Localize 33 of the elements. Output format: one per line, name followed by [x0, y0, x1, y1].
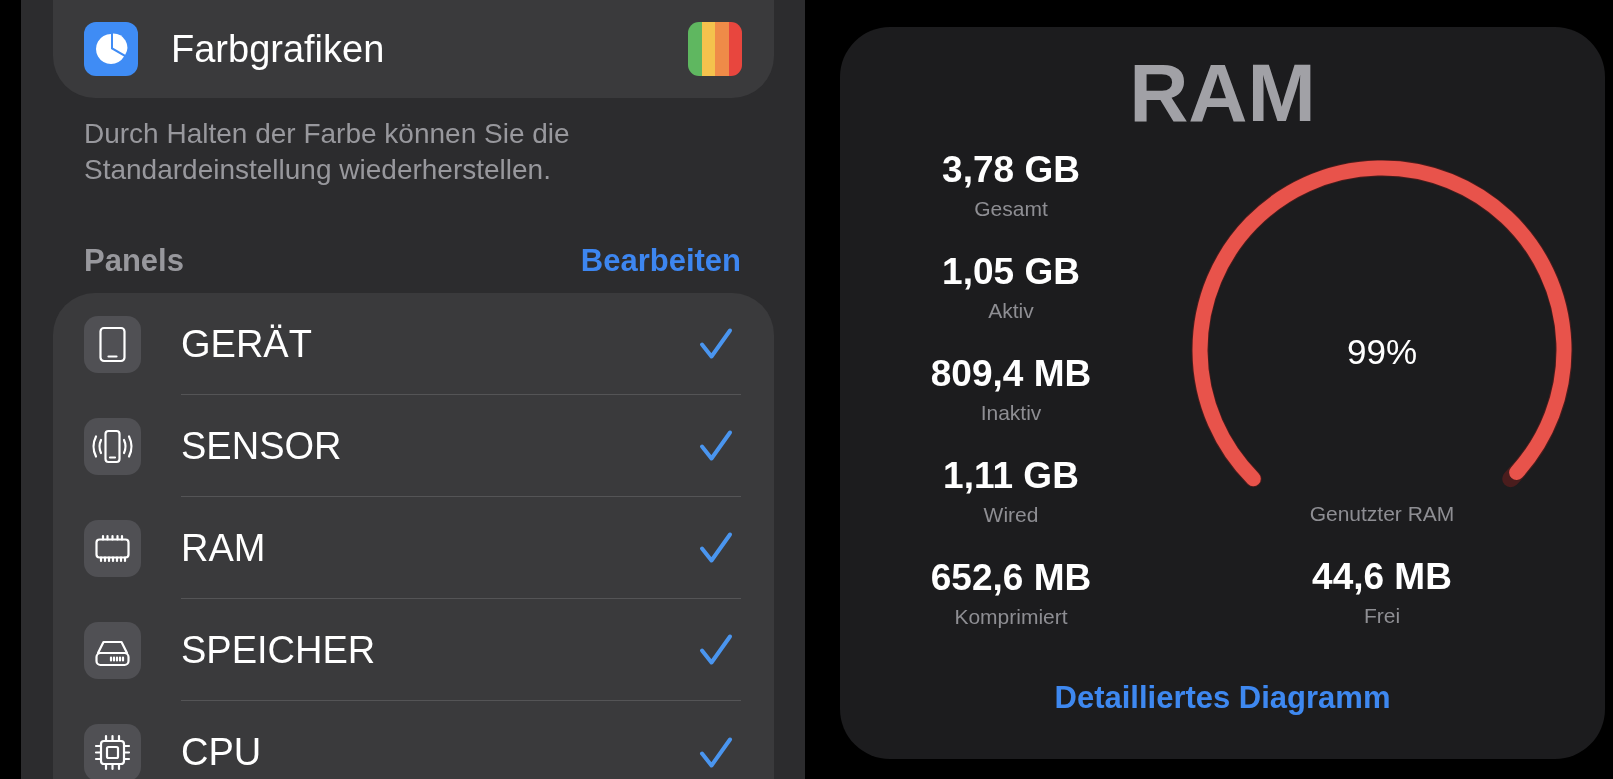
card-title: RAM	[1129, 52, 1316, 134]
stat-value: 3,78 GB	[942, 148, 1080, 192]
drive-icon	[84, 621, 141, 679]
stat-label: Aktiv	[988, 299, 1034, 323]
memory-module-icon	[84, 519, 141, 577]
chip-icon	[84, 723, 141, 779]
panel-label[interactable]: SENSOR	[181, 422, 342, 469]
panel-label[interactable]: SPEICHER	[181, 626, 376, 673]
panel-label[interactable]: RAM	[181, 524, 266, 571]
gauge-reading: 99%	[1346, 331, 1418, 373]
pie-chart-icon	[84, 22, 138, 76]
panel-label[interactable]: GERÄT	[181, 320, 312, 367]
phone-vibration-icon	[84, 417, 141, 475]
stat-value: 1,11 GB	[943, 454, 1079, 498]
stat-value: 809,4 MB	[930, 352, 1092, 396]
stat-value: 44,6 MB	[1312, 555, 1452, 599]
stat-label: Inaktiv	[980, 401, 1042, 425]
footer-note: Durch Halten der Farbe können Sie die Standardeinstellung wiederherstellen.	[84, 117, 571, 187]
color-swatch-icon	[688, 22, 742, 76]
stat-label: Komprimiert	[954, 605, 1068, 629]
detailed-chart-link[interactable]: Detailliertes Diagramm	[1054, 679, 1391, 717]
stat-value: 1,05 GB	[942, 250, 1080, 294]
gauge-label: Genutzter RAM	[1309, 502, 1455, 526]
stat-value: 652,6 MB	[930, 556, 1092, 600]
stat-label: Wired	[983, 503, 1039, 527]
edit-button[interactable]: Bearbeiten	[580, 242, 741, 280]
section-header: Panels	[84, 242, 184, 280]
stat-label: Gesamt	[974, 197, 1048, 221]
tablet-icon	[84, 315, 141, 373]
panel-label[interactable]: CPU	[181, 729, 262, 775]
stat-label: Frei	[1363, 604, 1401, 628]
color-graphics-row[interactable]: Farbgrafiken	[53, 0, 774, 98]
setting-label: Farbgrafiken	[171, 27, 386, 72]
